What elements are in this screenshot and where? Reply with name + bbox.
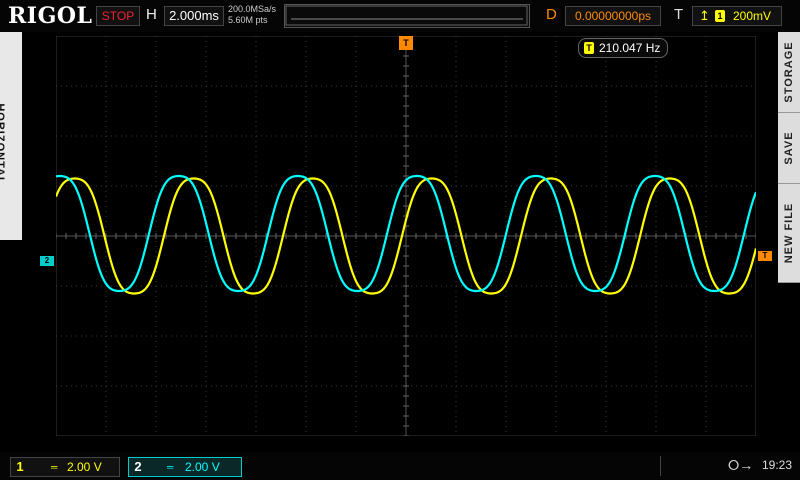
trigger-level: 200mV [733, 9, 772, 23]
delay-value[interactable]: 0.00000000ps [565, 6, 661, 26]
memory-depth: 5.60M pts [228, 15, 268, 25]
ch2-scale: 2.00 V [185, 460, 220, 474]
ch2-offset-marker[interactable]: 2 [40, 256, 54, 266]
trigger-source-badge: 1 [715, 10, 725, 22]
ch1-scale: 2.00 V [67, 460, 102, 474]
horizontal-menu-label: HORIZONTAL [0, 103, 6, 185]
tab-save-label: SAVE [783, 131, 795, 165]
ch1-number: 1 [16, 459, 24, 474]
top-status-bar: RIGOL STOP H 2.000ms 200.0MSa/s 5.60M pt… [0, 0, 800, 32]
status-divider [660, 456, 717, 476]
ch2-coupling-icon: ═ [167, 462, 174, 472]
trigger-label: T [674, 6, 684, 23]
rising-edge-icon: ↥ [699, 8, 710, 23]
tab-storage-label: STORAGE [783, 41, 795, 103]
horizontal-menu-tab[interactable]: HORIZONTAL [0, 32, 22, 240]
run-stop-status[interactable]: STOP [96, 6, 140, 26]
trigger-level-marker[interactable]: T [758, 251, 772, 261]
tab-new-file[interactable]: NEW FILE [778, 184, 800, 283]
channel-status-bar: 1 ═ 2.00 V 2 ═ 2.00 V ⭘→ 19:23 [0, 452, 800, 480]
acquisition-info: 200.0MSa/s 5.60M pts [228, 4, 276, 26]
ch2-status[interactable]: 2 ═ 2.00 V [128, 457, 242, 477]
brand-logo: RIGOL [8, 3, 93, 29]
memory-waveform-thumbnail [285, 5, 528, 26]
right-menu: STORAGE SAVE NEW FILE [778, 32, 800, 283]
usb-icon: ⭘→ [728, 457, 754, 473]
frequency-measurement[interactable]: T 210.047 Hz [578, 38, 668, 58]
timebase-value[interactable]: 2.000ms [164, 6, 224, 26]
tab-storage[interactable]: STORAGE [778, 32, 800, 113]
tab-save[interactable]: SAVE [778, 113, 800, 184]
sample-rate: 200.0MSa/s [228, 4, 277, 14]
graticule [55, 35, 757, 437]
frequency-value: 210.047 Hz [599, 41, 661, 55]
ch1-coupling-icon: ═ [51, 462, 58, 472]
measurement-source-badge: T [584, 42, 594, 54]
trigger-position-marker[interactable]: T [399, 36, 413, 50]
horizontal-label: H [146, 6, 157, 23]
clock: 19:23 [762, 458, 793, 472]
trigger-settings[interactable]: ↥ 1 200mV [692, 6, 782, 26]
memory-position-bar[interactable] [284, 4, 530, 28]
ch2-number: 2 [134, 459, 142, 474]
tab-new-file-label: NEW FILE [783, 202, 795, 264]
delay-label: D [546, 6, 557, 23]
ch1-status[interactable]: 1 ═ 2.00 V [10, 457, 120, 477]
waveform-plot [54, 35, 758, 437]
waveform-display[interactable] [54, 35, 758, 437]
